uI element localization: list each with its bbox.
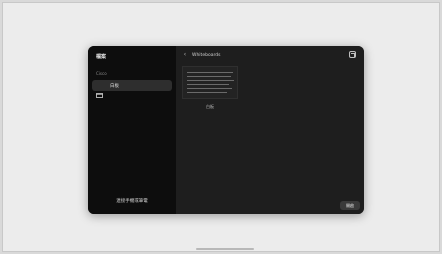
thumbnail-line bbox=[187, 72, 233, 73]
main-panel: ‹ Whiteboards 白板 開啟 bbox=[176, 46, 364, 214]
thumbnail-line bbox=[187, 84, 229, 85]
chevron-left-icon[interactable]: ‹ bbox=[181, 51, 189, 59]
thumbnail-line bbox=[187, 76, 231, 77]
connect-device-link[interactable]: 連接手機或筆電 bbox=[88, 198, 176, 204]
home-indicator bbox=[196, 248, 254, 250]
files-dialog: 檔案 Cisco 白板 連接手機或筆電 ‹ Whiteboards 白板 開啟 bbox=[88, 46, 364, 214]
sidebar-section-label: Cisco bbox=[96, 71, 107, 76]
page-title: Whiteboards bbox=[192, 53, 221, 58]
thumbnail-line bbox=[187, 80, 234, 81]
sidebar-title: 檔案 bbox=[96, 54, 107, 60]
folder-icon bbox=[96, 83, 103, 98]
open-button[interactable]: 開啟 bbox=[340, 201, 360, 210]
thumbnail-line bbox=[187, 88, 232, 89]
sidebar-item-label: 白板 bbox=[110, 84, 119, 89]
open-external-icon[interactable] bbox=[349, 51, 356, 58]
thumbnail-line bbox=[187, 92, 227, 93]
whiteboard-thumbnail[interactable] bbox=[182, 66, 238, 99]
thumbnail-caption: 白板 bbox=[206, 104, 214, 109]
sidebar-item-whiteboards[interactable]: 白板 bbox=[92, 80, 172, 98]
sidebar: 檔案 Cisco 白板 連接手機或筆電 bbox=[88, 46, 176, 214]
